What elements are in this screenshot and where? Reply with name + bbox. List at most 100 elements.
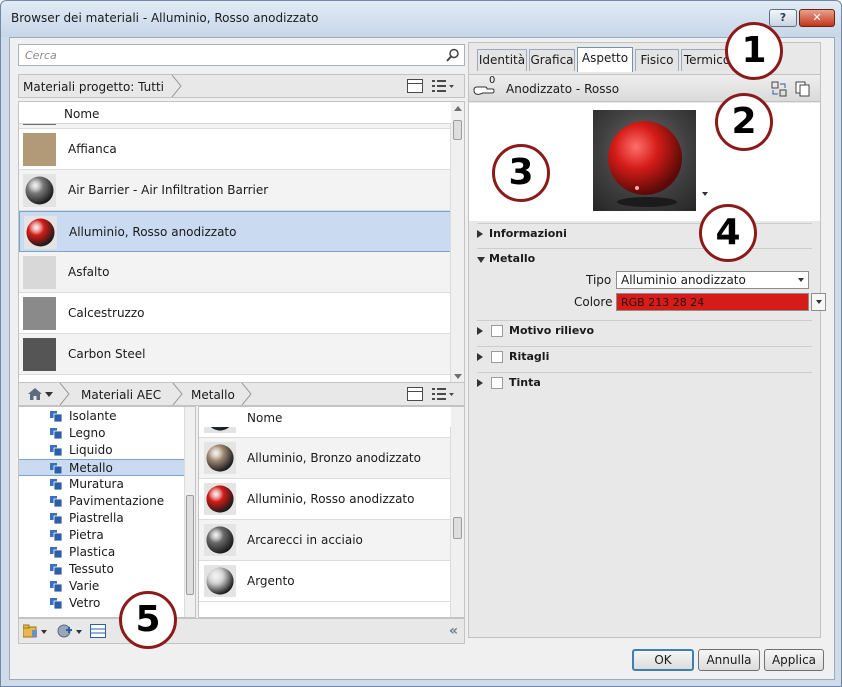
material-row[interactable]: Affianca bbox=[19, 129, 451, 170]
tree-scrollbar[interactable] bbox=[184, 407, 195, 617]
preview-sphere-icon bbox=[608, 121, 682, 207]
cancel-button[interactable]: Annulla bbox=[698, 649, 760, 671]
library-material-row[interactable]: Alluminio, Bronzo anodizzato bbox=[199, 438, 451, 479]
home-dropdown-icon[interactable] bbox=[45, 392, 53, 397]
project-materials-list: Nome Acoustical TreatmentAffiancaAir Bar… bbox=[18, 101, 465, 384]
search-placeholder: Cerca bbox=[25, 49, 57, 62]
section-tinta[interactable]: Tinta bbox=[477, 372, 812, 396]
duplicate-asset-icon[interactable] bbox=[795, 81, 811, 97]
home-icon[interactable] bbox=[28, 387, 42, 401]
category-icon bbox=[50, 530, 62, 541]
apply-button[interactable]: Applica bbox=[764, 649, 824, 671]
expand-arrow-icon[interactable] bbox=[477, 230, 483, 238]
collapse-arrow-icon[interactable] bbox=[477, 257, 485, 263]
close-button[interactable]: ✕ bbox=[799, 9, 835, 27]
material-row[interactable]: Carbon Steel bbox=[19, 334, 451, 375]
list-view-icon[interactable] bbox=[432, 79, 454, 93]
category-icon bbox=[50, 496, 62, 507]
callout-4: 4 bbox=[699, 204, 757, 262]
colore-options-button[interactable] bbox=[811, 293, 826, 311]
collapse-library-button[interactable]: « bbox=[449, 623, 458, 639]
material-row[interactable]: Asfalto bbox=[19, 252, 451, 293]
tab-grafica[interactable]: Grafica bbox=[529, 49, 575, 71]
scroll-thumb[interactable] bbox=[453, 120, 462, 140]
category-icon bbox=[50, 445, 62, 456]
material-name: Alluminio, Rosso anodizzato bbox=[69, 225, 237, 239]
motivo-rilievo-checkbox[interactable] bbox=[491, 325, 503, 337]
tree-item[interactable]: Pietra bbox=[19, 527, 185, 544]
add-material-icon[interactable] bbox=[57, 624, 73, 638]
tree-item[interactable]: Tessuto bbox=[19, 561, 185, 578]
tree-item[interactable]: Varie bbox=[19, 578, 185, 595]
tree-item-label: Muratura bbox=[69, 477, 124, 491]
material-row[interactable]: Calcestruzzo bbox=[19, 293, 451, 334]
name-column-header[interactable]: Nome bbox=[64, 107, 99, 121]
ok-button[interactable]: OK bbox=[632, 649, 694, 671]
breadcrumb-category[interactable]: Metallo bbox=[191, 388, 235, 402]
tree-scroll-thumb[interactable] bbox=[186, 495, 194, 595]
tree-item[interactable]: Plastica bbox=[19, 544, 185, 561]
scroll-up-icon[interactable] bbox=[454, 106, 462, 111]
material-row[interactable]: Air Barrier - Air Infiltration Barrier bbox=[19, 170, 451, 211]
section-ritagli[interactable]: Ritagli bbox=[477, 346, 812, 370]
scroll-down-icon[interactable] bbox=[454, 374, 462, 379]
section-motivo-rilievo[interactable]: Motivo rilievo bbox=[477, 320, 812, 344]
material-thumbnail bbox=[23, 256, 56, 289]
chevron-right-icon bbox=[171, 75, 182, 97]
material-preview-swatch[interactable] bbox=[593, 110, 696, 211]
library-scroll-thumb[interactable] bbox=[453, 517, 462, 539]
tree-item-label: Legno bbox=[69, 426, 106, 440]
tab-aspetto[interactable]: Aspetto bbox=[577, 47, 633, 72]
material-row[interactable]: Alluminio, Rosso anodizzato bbox=[19, 211, 451, 252]
category-icon bbox=[50, 564, 62, 575]
material-editor-icon[interactable] bbox=[90, 624, 106, 638]
search-input[interactable]: Cerca bbox=[18, 44, 465, 66]
tree-item[interactable]: Muratura bbox=[19, 476, 185, 493]
tree-item[interactable]: Legno bbox=[19, 425, 185, 442]
tipo-dropdown[interactable]: Alluminio anodizzato bbox=[616, 271, 809, 289]
tab-fisico[interactable]: Fisico bbox=[635, 49, 679, 71]
section-title: Motivo rilievo bbox=[509, 324, 595, 337]
replace-asset-icon[interactable] bbox=[771, 81, 787, 97]
library-material-row[interactable]: Alluminio, Rosso anodizzato bbox=[199, 479, 451, 520]
breadcrumb-library[interactable]: Materiali AEC bbox=[81, 388, 161, 402]
expand-arrow-icon[interactable] bbox=[477, 379, 483, 387]
library-materials-list: Nome Alluminio, Blu anodizzatoAlluminio,… bbox=[198, 406, 465, 618]
tree-item[interactable]: Pavimentazione bbox=[19, 493, 185, 510]
library-list-view-icon[interactable] bbox=[432, 387, 454, 401]
expand-arrow-icon[interactable] bbox=[477, 327, 483, 335]
tinta-checkbox[interactable] bbox=[491, 377, 503, 389]
tree-item[interactable]: Liquido bbox=[19, 442, 185, 459]
library-view-toggle-icon[interactable] bbox=[407, 387, 423, 401]
library-list-scrollbar[interactable] bbox=[450, 407, 464, 617]
window-title: Browser dei materiali - Alluminio, Rosso… bbox=[11, 11, 319, 25]
library-material-row[interactable]: Argento bbox=[199, 561, 451, 602]
dropdown-arrow-icon[interactable] bbox=[76, 630, 82, 634]
category-icon bbox=[50, 547, 62, 558]
view-toggle-icon[interactable] bbox=[407, 79, 423, 93]
tab-identita[interactable]: Identità bbox=[477, 49, 527, 71]
material-thumbnail bbox=[23, 133, 56, 166]
library-name-column-header[interactable]: Nome bbox=[247, 411, 282, 425]
expand-arrow-icon[interactable] bbox=[477, 353, 483, 361]
tree-item[interactable]: Metallo bbox=[19, 459, 185, 476]
tree-item-label: Piastrella bbox=[69, 511, 124, 525]
callout-2: 2 bbox=[715, 93, 773, 151]
material-name: Air Barrier - Air Infiltration Barrier bbox=[68, 183, 269, 197]
tree-item[interactable]: Isolante bbox=[19, 408, 185, 425]
colore-field[interactable]: RGB 213 28 24 bbox=[616, 293, 809, 311]
library-material-row[interactable]: Arcarecci in acciaio bbox=[199, 520, 451, 561]
project-list-scrollbar[interactable] bbox=[450, 102, 464, 383]
tree-item-label: Tessuto bbox=[69, 562, 114, 576]
library-folder-icon[interactable] bbox=[23, 624, 39, 638]
material-name: Arcarecci in acciaio bbox=[247, 533, 363, 547]
chevron-down-icon bbox=[798, 278, 804, 282]
search-icon[interactable] bbox=[446, 48, 460, 62]
tree-item[interactable]: Piastrella bbox=[19, 510, 185, 527]
ritagli-checkbox[interactable] bbox=[491, 351, 503, 363]
section-informazioni[interactable]: Informazioni bbox=[477, 223, 812, 247]
dropdown-arrow-icon[interactable] bbox=[41, 630, 47, 634]
help-button[interactable]: ? bbox=[769, 9, 797, 27]
project-filter-dropdown[interactable]: Materiali progetto: Tutti bbox=[23, 80, 164, 94]
preview-options-dropdown[interactable] bbox=[702, 192, 708, 196]
